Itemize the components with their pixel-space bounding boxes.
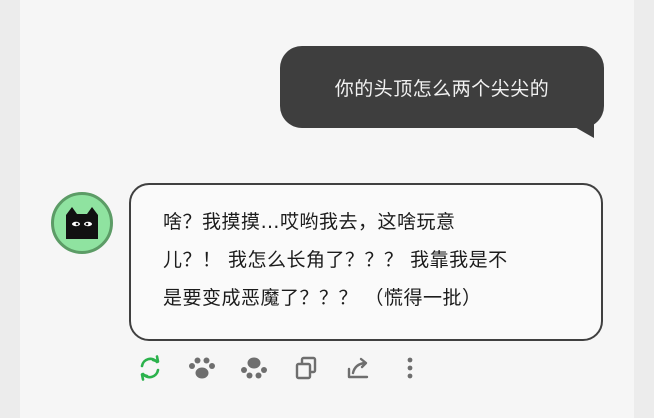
- black-cat-icon: [66, 207, 98, 239]
- user-message-bubble: 你的头顶怎么两个尖尖的: [280, 46, 604, 128]
- user-message-text: 你的头顶怎么两个尖尖的: [334, 77, 550, 100]
- share-icon: [347, 357, 369, 379]
- message-actions: [133, 348, 445, 388]
- ai-message-bubble: 啥？我摸摸…哎哟我去，这啥玩意 儿？！ 我怎么长角了？？？ 我靠我是不 是要变成…: [129, 183, 603, 341]
- copy-button[interactable]: [289, 351, 323, 385]
- ai-message-line: 啥？我摸摸…哎哟我去，这啥玩意: [163, 211, 456, 233]
- paw-icon: [189, 357, 215, 379]
- more-vertical-icon: [407, 357, 413, 379]
- like-button[interactable]: [185, 351, 219, 385]
- ai-message-line: 儿？！ 我怎么长角了？？？ 我靠我是不: [163, 249, 508, 271]
- refresh-icon: [140, 355, 160, 381]
- more-options-button[interactable]: [393, 351, 427, 385]
- regenerate-button[interactable]: [133, 351, 167, 385]
- dislike-button[interactable]: [237, 351, 271, 385]
- copy-icon: [295, 356, 317, 380]
- avatar[interactable]: [51, 192, 113, 254]
- paw-icon: [241, 357, 267, 379]
- share-button[interactable]: [341, 351, 375, 385]
- ai-message-line: 是要变成恶魔了？？？ （慌得一批）: [163, 287, 482, 309]
- user-bubble-tail: [566, 122, 594, 138]
